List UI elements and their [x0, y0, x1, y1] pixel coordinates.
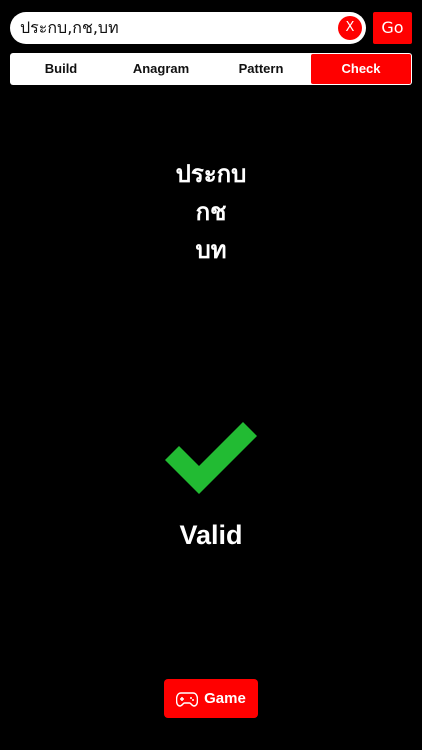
- checked-words: ประกบ กช บท: [0, 155, 422, 269]
- go-button[interactable]: Go: [373, 12, 412, 44]
- mode-tabs: Build Anagram Pattern Check: [10, 53, 412, 85]
- checkmark-icon: [165, 422, 257, 494]
- gamepad-icon: [176, 691, 199, 707]
- tab-pattern[interactable]: Pattern: [211, 54, 311, 84]
- tab-anagram[interactable]: Anagram: [111, 54, 211, 84]
- game-button-label: Game: [204, 690, 246, 707]
- word-line: ประกบ: [175, 160, 247, 188]
- word-line: กช: [195, 198, 227, 226]
- word-line: บท: [195, 236, 227, 264]
- result-label: Valid: [179, 520, 243, 550]
- app-screen: X Go Build Anagram Pattern Check ประกบ ก…: [0, 0, 422, 750]
- search-bar: X: [10, 12, 366, 44]
- tab-build[interactable]: Build: [11, 54, 111, 84]
- tab-check[interactable]: Check: [311, 54, 411, 84]
- search-input[interactable]: [20, 12, 334, 44]
- clear-button[interactable]: X: [338, 16, 362, 40]
- game-button[interactable]: Game: [164, 679, 258, 718]
